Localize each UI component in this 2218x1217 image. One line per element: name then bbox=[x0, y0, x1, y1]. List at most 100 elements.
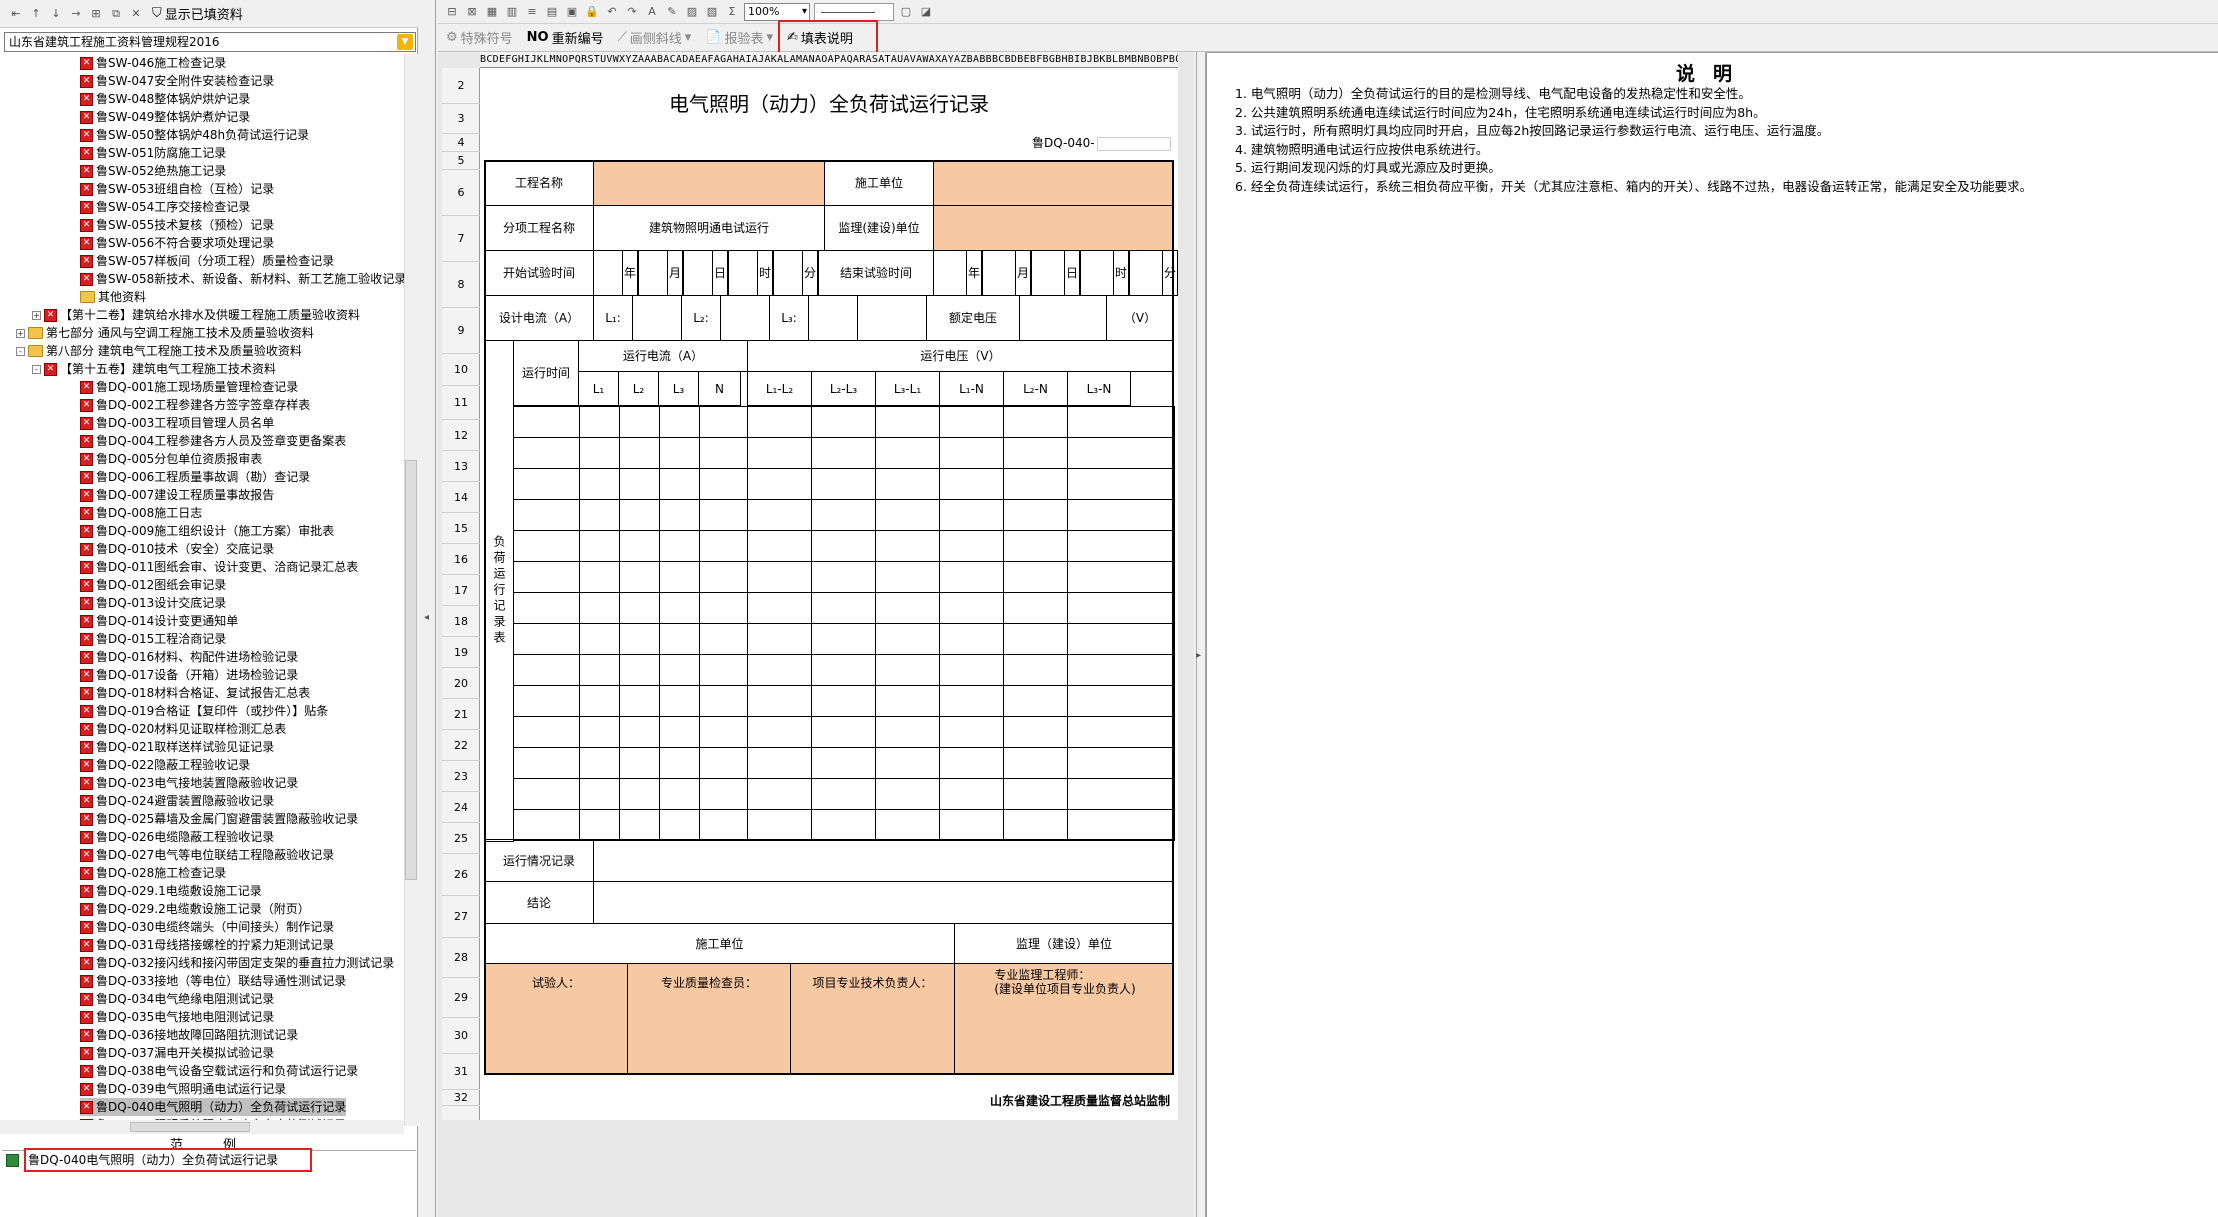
data-cell[interactable] bbox=[619, 623, 660, 655]
input-conclusion[interactable] bbox=[593, 881, 1174, 924]
data-cell[interactable] bbox=[1067, 809, 1175, 841]
data-cell[interactable] bbox=[513, 747, 580, 779]
tree-item[interactable]: ✕ 鲁DQ-036接地故障回路阻抗测试记录 bbox=[80, 1026, 298, 1044]
data-cell[interactable] bbox=[579, 468, 620, 500]
lock-icon[interactable]: 🔒 bbox=[584, 4, 600, 20]
data-cell[interactable] bbox=[513, 778, 580, 810]
row-number[interactable]: 21 bbox=[442, 699, 480, 730]
tree-item[interactable]: ✕ 鲁DQ-021取样送样试验见证记录 bbox=[80, 738, 274, 756]
time-input[interactable] bbox=[683, 250, 713, 296]
tree-item[interactable]: - ✕ 【第十五卷】建筑电气工程施工技术资料 bbox=[32, 360, 276, 378]
fill-icon[interactable]: ◪ bbox=[918, 4, 934, 20]
data-cell[interactable] bbox=[619, 561, 660, 593]
tree-item[interactable]: ✕ 鲁DQ-015工程洽商记录 bbox=[80, 630, 226, 648]
tree-item[interactable]: ✕ 鲁DQ-025幕墙及金属门窗避雷装置隐蔽验收记录 bbox=[80, 810, 358, 828]
data-cell[interactable] bbox=[1067, 654, 1175, 686]
tree-item[interactable]: ✕ 鲁DQ-029.2电缆敷设施工记录（附页） bbox=[80, 900, 310, 918]
tree-item[interactable]: ✕ 鲁DQ-022隐蔽工程验收记录 bbox=[80, 756, 250, 774]
tree-item[interactable]: ✕ 鲁SW-046施工检查记录 bbox=[80, 54, 226, 72]
time-input[interactable] bbox=[933, 250, 967, 296]
first-icon[interactable]: ⇤ bbox=[8, 6, 24, 22]
input-rated-voltage[interactable] bbox=[1019, 295, 1107, 341]
data-cell[interactable] bbox=[699, 716, 748, 748]
data-cell[interactable] bbox=[811, 809, 876, 841]
tree-item[interactable]: ✕ 鲁DQ-028施工检查记录 bbox=[80, 864, 226, 882]
undo-icon[interactable]: ↶ bbox=[604, 4, 620, 20]
data-cell[interactable] bbox=[939, 561, 1004, 593]
example-item[interactable]: 鲁DQ-040电气照明（动力）全负荷试运行记录 bbox=[24, 1148, 312, 1172]
data-cell[interactable] bbox=[513, 437, 580, 469]
tree-item[interactable]: ✕ 鲁DQ-001施工现场质量管理检查记录 bbox=[80, 378, 298, 396]
data-cell[interactable] bbox=[875, 437, 940, 469]
input-l3[interactable] bbox=[808, 295, 858, 341]
data-cell[interactable] bbox=[1003, 778, 1068, 810]
renumber-button[interactable]: NO 重新编号 bbox=[527, 28, 604, 47]
tree-item[interactable]: ✕ 鲁SW-058新技术、新设备、新材料、新工艺施工验收记录 bbox=[80, 270, 404, 288]
data-cell[interactable] bbox=[619, 468, 660, 500]
data-cell[interactable] bbox=[875, 809, 940, 841]
table-icon[interactable]: ▣ bbox=[564, 4, 580, 20]
collapse-icon[interactable]: - bbox=[16, 346, 25, 356]
data-cell[interactable] bbox=[659, 530, 700, 562]
data-cell[interactable] bbox=[579, 747, 620, 779]
tree-item[interactable]: ✕ 鲁DQ-029.1电缆敷设施工记录 bbox=[80, 882, 262, 900]
row-number[interactable]: 8 bbox=[442, 262, 480, 308]
row-number[interactable]: 31 bbox=[442, 1054, 480, 1090]
row-number[interactable]: 7 bbox=[442, 216, 480, 262]
tree-item[interactable]: ✕ 鲁DQ-030电缆终端头（中间接头）制作记录 bbox=[80, 918, 334, 936]
data-cell[interactable] bbox=[939, 778, 1004, 810]
input-project-name[interactable] bbox=[593, 160, 825, 206]
time-input[interactable] bbox=[1031, 250, 1065, 296]
tree-item[interactable]: ✕ 鲁DQ-031母线搭接螺栓的拧紧力矩测试记录 bbox=[80, 936, 334, 954]
tree-item[interactable]: ✕ 鲁SW-048整体锅炉烘炉记录 bbox=[80, 90, 250, 108]
data-cell[interactable] bbox=[939, 530, 1004, 562]
font-icon[interactable]: A bbox=[644, 4, 660, 20]
data-cell[interactable] bbox=[875, 406, 940, 438]
data-cell[interactable] bbox=[939, 716, 1004, 748]
time-input[interactable] bbox=[773, 250, 803, 296]
data-cell[interactable] bbox=[1003, 592, 1068, 624]
time-input[interactable] bbox=[638, 250, 668, 296]
data-cell[interactable] bbox=[619, 747, 660, 779]
data-cell[interactable] bbox=[811, 747, 876, 779]
expand-icon[interactable]: + bbox=[16, 328, 25, 338]
data-cell[interactable] bbox=[1003, 685, 1068, 717]
tree-item[interactable]: ✕ 鲁DQ-007建设工程质量事故报告 bbox=[80, 486, 274, 504]
data-cell[interactable] bbox=[513, 592, 580, 624]
data-cell[interactable] bbox=[1067, 530, 1175, 562]
tree-item[interactable]: - 第八部分 建筑电气工程施工技术及质量验收资料 bbox=[16, 342, 302, 360]
data-cell[interactable] bbox=[619, 654, 660, 686]
row-number[interactable]: 6 bbox=[442, 170, 480, 216]
tree-item[interactable]: ✕ 鲁DQ-011图纸会审、设计变更、洽商记录汇总表 bbox=[80, 558, 358, 576]
zoom-select[interactable]: 100% bbox=[744, 2, 810, 21]
code-input[interactable] bbox=[1096, 136, 1171, 151]
data-cell[interactable] bbox=[579, 778, 620, 810]
data-cell[interactable] bbox=[875, 592, 940, 624]
chevron-down-icon[interactable]: ▼ bbox=[397, 34, 413, 50]
row-number[interactable]: 3 bbox=[442, 104, 480, 134]
data-cell[interactable] bbox=[699, 437, 748, 469]
tree-item[interactable]: ✕ 鲁DQ-038电气设备空载试运行和负荷试运行记录 bbox=[80, 1062, 358, 1080]
row-number[interactable]: 29 bbox=[442, 978, 480, 1018]
data-cell[interactable] bbox=[513, 406, 580, 438]
tree-item[interactable]: + 第七部分 通风与空调工程施工技术及质量验收资料 bbox=[16, 324, 314, 342]
tree-item[interactable]: ✕ 鲁DQ-003工程项目管理人员名单 bbox=[80, 414, 274, 432]
tree-hscroll-thumb[interactable] bbox=[130, 1122, 250, 1132]
data-cell[interactable] bbox=[875, 747, 940, 779]
data-cell[interactable] bbox=[619, 406, 660, 438]
tree-item[interactable]: ✕ 鲁SW-055技术复核（预检）记录 bbox=[80, 216, 274, 234]
data-cell[interactable] bbox=[875, 654, 940, 686]
data-cell[interactable] bbox=[811, 406, 876, 438]
delete-icon[interactable]: ✕ bbox=[128, 6, 144, 22]
data-cell[interactable] bbox=[659, 561, 700, 593]
split-icon[interactable]: ▥ bbox=[504, 4, 520, 20]
panel-splitter[interactable] bbox=[420, 0, 436, 1217]
data-cell[interactable] bbox=[811, 654, 876, 686]
row-number[interactable]: 26 bbox=[442, 854, 480, 896]
grid-icon[interactable]: ▤ bbox=[544, 4, 560, 20]
data-cell[interactable] bbox=[699, 561, 748, 593]
tree-item[interactable]: ✕ 鲁DQ-018材料合格证、复试报告汇总表 bbox=[80, 684, 310, 702]
data-cell[interactable] bbox=[699, 778, 748, 810]
tree-item[interactable]: ✕ 鲁DQ-040电气照明（动力）全负荷试运行记录 bbox=[80, 1098, 347, 1116]
paint-icon[interactable]: ✎ bbox=[664, 4, 680, 20]
